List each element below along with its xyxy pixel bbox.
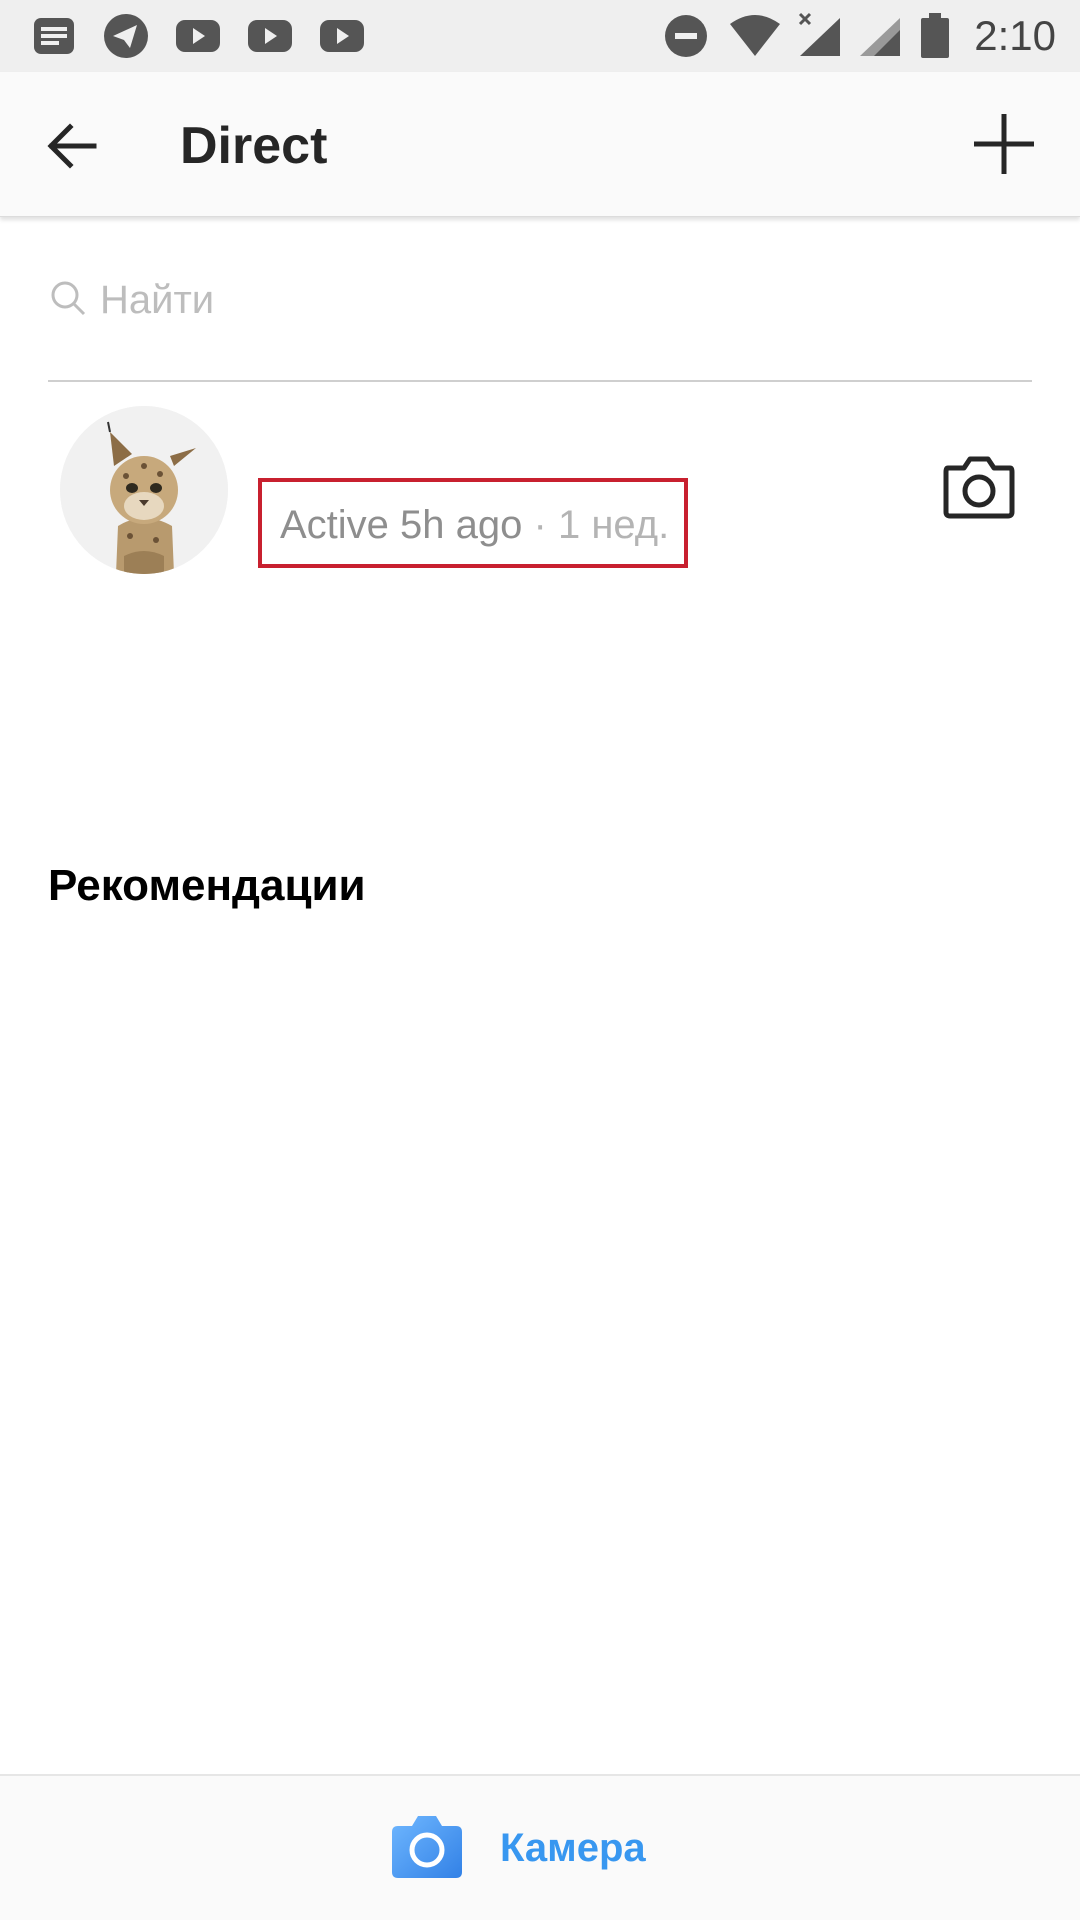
active-status: Active 5h ago bbox=[280, 503, 523, 547]
camera-icon[interactable] bbox=[942, 454, 1016, 520]
battery-icon bbox=[921, 13, 949, 58]
wifi-icon bbox=[730, 15, 780, 56]
camera-button[interactable]: Камера bbox=[390, 1812, 690, 1886]
youtube-icon bbox=[320, 20, 364, 52]
youtube-icon bbox=[248, 20, 292, 52]
search-bar bbox=[48, 270, 1032, 382]
recommendations-title: Рекомендации bbox=[48, 861, 366, 910]
do-not-disturb-icon bbox=[665, 15, 707, 57]
camera-label: Камера bbox=[500, 1826, 646, 1870]
status-bar: 2:10 bbox=[0, 0, 1080, 72]
plus-icon[interactable] bbox=[968, 108, 1040, 180]
telegram-icon bbox=[104, 14, 148, 58]
back-arrow-icon[interactable] bbox=[40, 114, 104, 178]
thread-time: 1 нед. bbox=[557, 503, 670, 547]
direct-screen: 2:10 Direct Найти Active 5h ago · 1 нед.… bbox=[0, 0, 1080, 1920]
youtube-icon bbox=[176, 20, 220, 52]
bottom-bar: Камера bbox=[0, 1776, 1080, 1920]
lynx-avatar-image bbox=[60, 406, 228, 574]
thread-status-highlight: Active 5h ago · 1 нед. bbox=[258, 478, 688, 568]
camera-icon bbox=[392, 1816, 462, 1878]
page-title: Direct bbox=[180, 117, 328, 175]
thread-row[interactable]: Active 5h ago · 1 нед. bbox=[0, 400, 1080, 580]
thread-status: Active 5h ago · 1 нед. bbox=[280, 500, 669, 550]
avatar bbox=[60, 406, 228, 574]
status-time: 2:10 bbox=[974, 12, 1056, 59]
search-input[interactable] bbox=[100, 270, 1000, 330]
signal-icon bbox=[860, 18, 900, 56]
search-icon bbox=[51, 281, 86, 316]
notes-icon bbox=[34, 18, 74, 54]
separator: · bbox=[533, 503, 547, 547]
app-header: Direct bbox=[0, 72, 1080, 217]
signal-icon bbox=[798, 12, 840, 56]
